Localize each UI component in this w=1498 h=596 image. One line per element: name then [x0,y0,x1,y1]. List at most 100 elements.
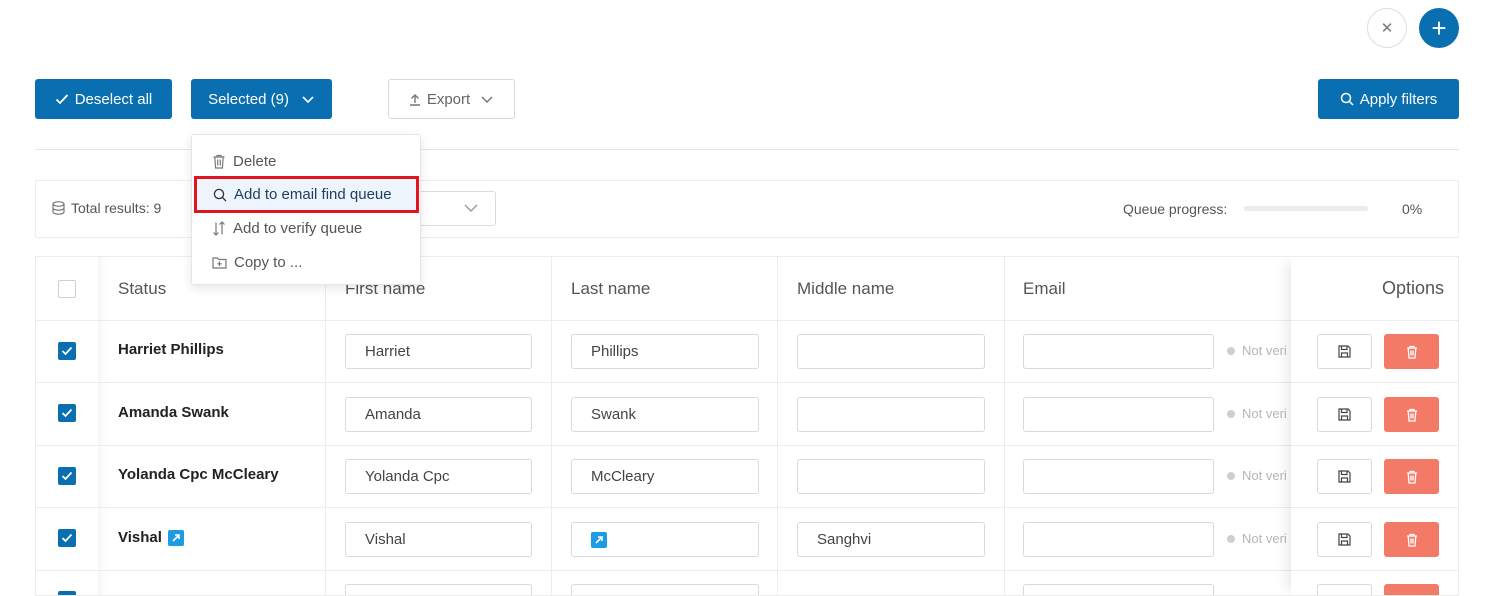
deselect-all-button[interactable]: Deselect all [35,79,172,119]
menu-item-add-to-email-find-queue[interactable]: Add to email find queue [194,176,419,213]
first-name-field[interactable]: Vishal [345,522,532,557]
save-icon [1338,470,1351,483]
export-button[interactable]: Export [388,79,515,119]
last-name-field[interactable]: McCleary [571,459,759,494]
save-button[interactable] [1317,522,1372,557]
email-field[interactable] [1023,397,1214,432]
email-field[interactable] [1023,334,1214,369]
external-link-icon [591,531,607,548]
menu-item-label: Add to verify queue [233,219,363,237]
contact-name: Vishal [118,529,184,546]
email-field[interactable] [1023,522,1214,557]
last-name-field[interactable] [571,584,759,595]
trash-icon [1406,470,1417,484]
status-dot [1227,409,1235,418]
selected-label: Selected (9) [208,90,289,108]
row-divider [1291,570,1458,571]
plus-icon: + [1431,13,1447,43]
export-label: Export [426,90,471,108]
row-divider [36,507,1458,508]
save-button[interactable] [1317,397,1372,432]
row-checkbox[interactable] [58,404,76,422]
sort-arrows-icon [213,220,225,236]
verify-status-label: Not veri [1242,406,1287,421]
email-field[interactable] [1023,584,1214,595]
queue-progress-label: Queue progress: [1123,201,1228,217]
verify-status-label: Not veri [1242,468,1287,483]
column-divider [551,257,552,595]
row-checkbox[interactable] [58,342,76,360]
close-button[interactable]: ✕ [1367,8,1407,48]
first-name-field[interactable]: Amanda [345,397,532,432]
save-button[interactable] [1317,334,1372,369]
last-name-field[interactable]: Phillips [571,334,759,369]
search-icon [213,188,227,201]
search-icon [1340,92,1354,106]
contact-name: Amanda Swank [118,404,229,421]
last-name-field[interactable] [571,522,759,557]
close-icon: ✕ [1380,20,1394,37]
column-divider [1004,257,1005,595]
upload-icon [409,93,420,106]
status-dot [1227,471,1235,480]
column-divider [777,257,778,595]
column-header-status: Status [118,278,167,298]
row-divider [36,320,1458,321]
check-icon [55,94,68,105]
save-button[interactable] [1317,459,1372,494]
save-button[interactable] [1317,584,1372,595]
database-icon [52,201,65,215]
first-name-field[interactable] [345,584,532,595]
verify-status-label: Not veri [1242,531,1287,546]
column-header-middle-name: Middle name [797,278,895,298]
trash-icon [1406,533,1417,547]
queue-progress-bar [1244,206,1368,211]
middle-name-field[interactable] [797,397,985,432]
middle-name-field[interactable] [797,459,985,494]
verify-status-label: Not veri [1242,343,1287,358]
row-checkbox[interactable] [58,467,76,485]
menu-item-add-to-verify-queue[interactable]: Add to verify queue [192,211,422,245]
first-name-field[interactable]: Harriet [345,334,532,369]
selected-dropdown-button[interactable]: Selected (9) [191,79,332,119]
email-field[interactable] [1023,459,1214,494]
add-button[interactable]: + [1419,8,1459,48]
middle-name-field[interactable] [797,334,985,369]
delete-button[interactable] [1384,522,1439,557]
menu-item-label: Delete [233,152,277,170]
apply-filters-button[interactable]: Apply filters [1318,79,1459,119]
delete-button[interactable] [1384,397,1439,432]
save-icon [1338,345,1351,358]
select-all-checkbox[interactable] [58,280,76,298]
first-name-field[interactable]: Yolanda Cpc [345,459,532,494]
column-shadow [98,257,106,595]
save-icon [1338,533,1351,546]
delete-button[interactable] [1384,584,1439,595]
verify-status: Not veri [1227,343,1287,358]
delete-button[interactable] [1384,459,1439,494]
row-divider [36,570,1458,571]
page-size-select[interactable] [410,191,496,226]
row-checkbox[interactable] [58,591,76,595]
options-column: Options [1291,257,1458,595]
deselect-all-label: Deselect all [74,90,153,108]
middle-name-field[interactable]: Sanghvi [797,522,985,557]
last-name-field[interactable]: Swank [571,397,759,432]
row-divider [36,445,1458,446]
delete-button[interactable] [1384,334,1439,369]
menu-item-label: Add to email find queue [234,186,392,203]
menu-item-copy-to[interactable]: Copy to ... [192,245,422,279]
external-link-icon[interactable] [167,529,184,546]
save-icon [1338,408,1351,421]
apply-filters-label: Apply filters [1359,90,1438,108]
menu-item-delete[interactable]: Delete [192,144,422,178]
row-checkbox[interactable] [58,529,76,547]
trash-icon [213,154,225,169]
trash-icon [1406,345,1417,359]
chevron-down-icon [481,96,493,104]
column-header-last-name: Last name [571,278,651,298]
status-dot [1227,534,1235,543]
check-icon [61,346,73,356]
check-icon [61,408,73,418]
folder-plus-icon [212,256,227,269]
